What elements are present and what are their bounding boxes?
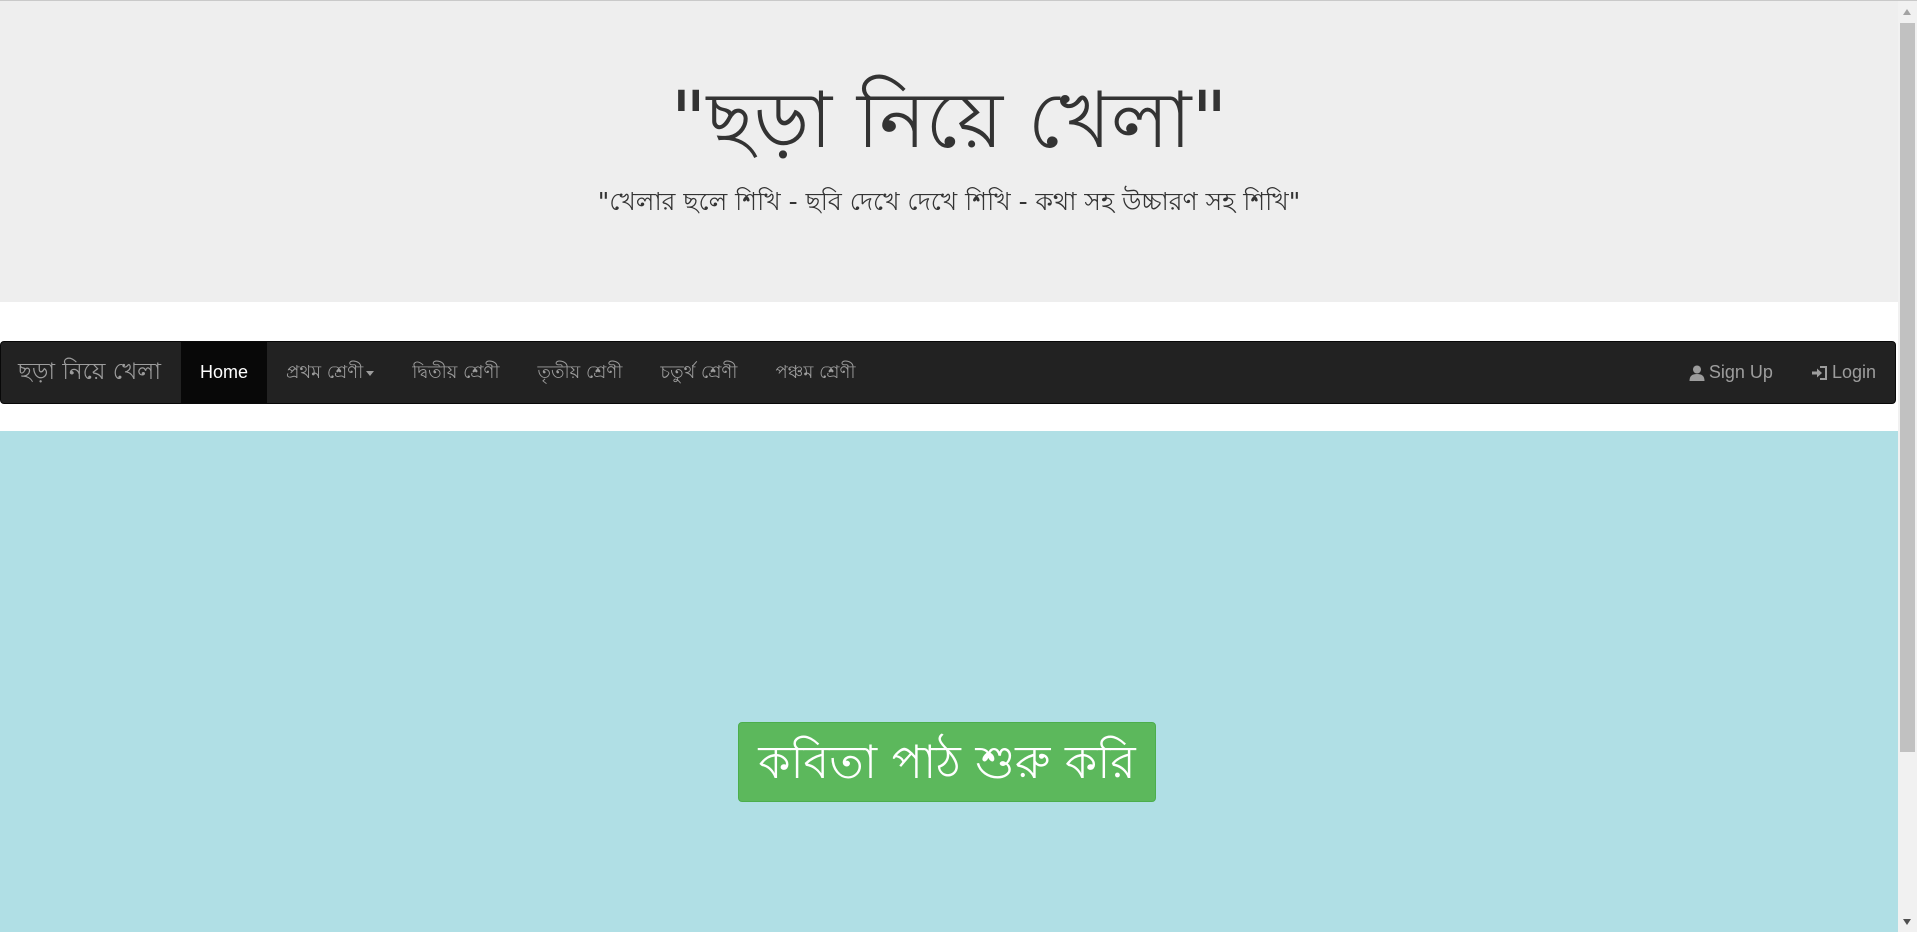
hero-section: কবিতা পাঠ শুরু করি xyxy=(0,431,1898,932)
navbar-menu: Home প্রথম শ্রেণী দ্বিতীয় শ্রেণী তৃতীয়… xyxy=(181,342,875,403)
login-link[interactable]: Login xyxy=(1792,342,1895,403)
nav-item-label: দ্বিতীয় শ্রেণী xyxy=(412,362,500,383)
caret-down-icon xyxy=(366,370,375,376)
scroll-down-arrow-icon[interactable] xyxy=(1903,919,1911,925)
nav-item-class-1-dropdown[interactable]: প্রথম শ্রেণী xyxy=(267,342,393,403)
nav-item-label: প্রথম শ্রেণী xyxy=(286,362,364,383)
nav-item-class-5[interactable]: পঞ্চম শ্রেণী xyxy=(756,342,874,403)
login-icon xyxy=(1811,364,1829,382)
nav-item-label: Home xyxy=(200,362,249,382)
navbar-account-links: Sign Up Login xyxy=(1669,342,1895,403)
nav-item-class-4[interactable]: চতুর্থ শ্রেণী xyxy=(641,342,756,403)
scrollbar-thumb[interactable] xyxy=(1900,23,1915,752)
nav-item-label: তৃতীয় শ্রেণী xyxy=(537,362,623,383)
nav-item-class-2[interactable]: দ্বিতীয় শ্রেণী xyxy=(393,342,518,403)
login-label: Login xyxy=(1831,362,1876,382)
navbar: ছড়া নিয়ে খেলা Home প্রথম শ্রেণী দ্বিতী… xyxy=(0,341,1896,404)
user-icon xyxy=(1688,364,1706,382)
sign-up-link[interactable]: Sign Up xyxy=(1669,342,1792,403)
jumbotron-header: "ছড়া নিয়ে খেলা" "খেলার ছলে শিখি - ছবি … xyxy=(0,1,1898,302)
scroll-up-arrow-icon[interactable] xyxy=(1903,9,1911,15)
start-reading-button[interactable]: কবিতা পাঠ শুরু করি xyxy=(738,722,1156,802)
page: "ছড়া নিয়ে খেলা" "খেলার ছলে শিখি - ছবি … xyxy=(0,0,1917,932)
navbar-brand[interactable]: ছড়া নিয়ে খেলা xyxy=(18,342,161,403)
sign-up-label: Sign Up xyxy=(1708,362,1773,382)
nav-item-class-3[interactable]: তৃতীয় শ্রেণী xyxy=(519,342,642,403)
site-title: "ছড়া নিয়ে খেলা" xyxy=(670,76,1228,166)
nav-item-home[interactable]: Home xyxy=(181,342,268,403)
page-content: "ছড়া নিয়ে খেলা" "খেলার ছলে শিখি - ছবি … xyxy=(0,1,1898,932)
nav-item-label: পঞ্চম শ্রেণী xyxy=(775,362,856,383)
nav-item-label: চতুর্থ শ্রেণী xyxy=(660,362,738,383)
vertical-scrollbar[interactable] xyxy=(1898,1,1917,932)
site-tagline: "খেলার ছলে শিখি - ছবি দেখে দেখে শিখি - ক… xyxy=(597,187,1301,216)
